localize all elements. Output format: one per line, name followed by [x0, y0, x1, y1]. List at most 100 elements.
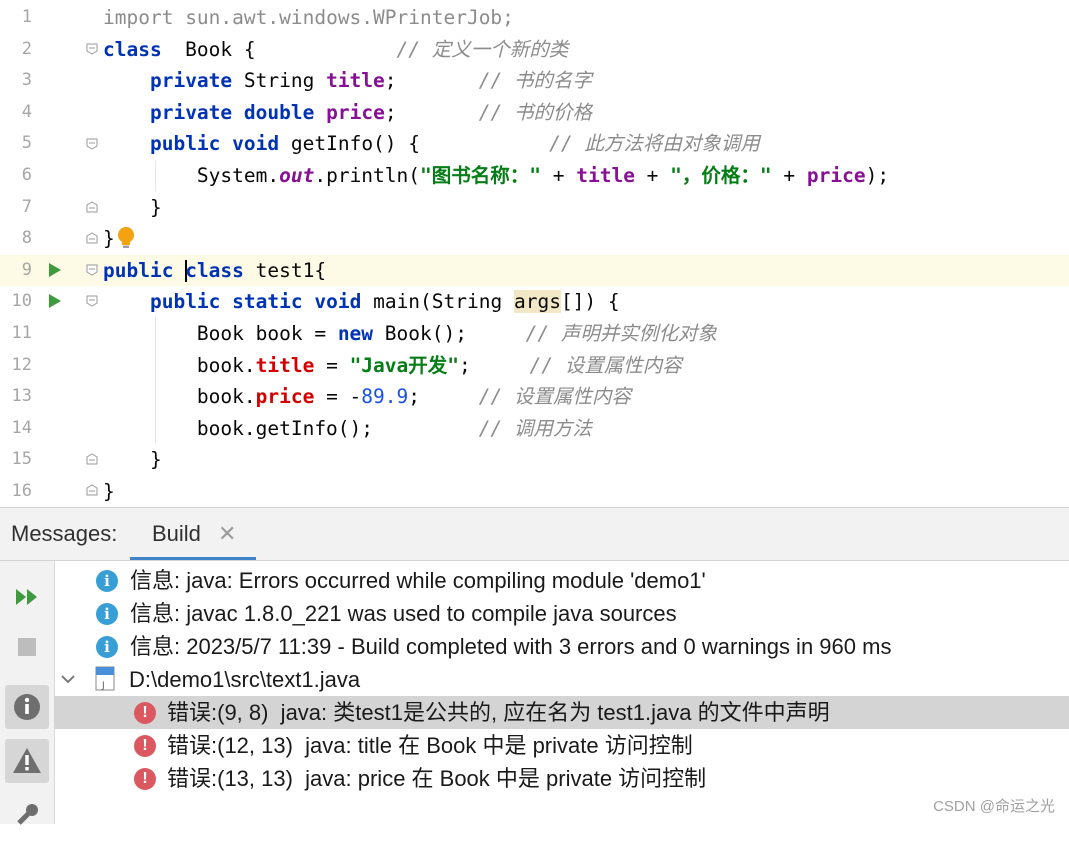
code-token: ; — [384, 69, 479, 93]
code-line[interactable]: 11 Book book = new Book(); // 声明并实例化对象 — [0, 318, 1069, 350]
code-text: } — [103, 476, 115, 508]
tab-label: Build — [152, 521, 201, 546]
code-token: void — [232, 132, 280, 156]
code-text: book.price = -89.9; // 设置属性内容 — [103, 381, 631, 413]
warning-icon — [13, 748, 41, 773]
fold-end-icon[interactable] — [86, 201, 98, 213]
code-token: []) { — [560, 290, 620, 314]
code-text: } — [103, 192, 162, 224]
line-number: 6 — [21, 165, 32, 185]
run-class-icon[interactable] — [49, 263, 61, 277]
code-line[interactable]: 1 import sun.awt.windows.WPrinterJob; — [0, 2, 1069, 34]
code-text: public void getInfo() { // 此方法将由对象调用 — [103, 128, 760, 160]
line-number: 7 — [21, 196, 32, 217]
fold-toggle-icon[interactable] — [86, 295, 98, 307]
stop-button[interactable] — [5, 625, 49, 669]
code-line[interactable]: 2 class Book { // 定义一个新的类 — [0, 34, 1069, 66]
code-line[interactable]: 13 book.price = -89.9; // 设置属性内容 — [0, 381, 1069, 413]
code-token: // 设置属性内容 — [529, 353, 682, 377]
code-line[interactable]: 5 public void getInfo() { // 此方法将由对象调用 — [0, 128, 1069, 160]
fold-toggle-icon[interactable] — [86, 43, 98, 55]
code-line[interactable]: 6 System.out.println("图书名称：" + title + "… — [0, 160, 1069, 192]
message-row[interactable]: ! 错误:(12, 13) java: title 在 Book 中是 priva… — [54, 729, 1069, 762]
message-row[interactable]: ! 错误:(9, 8) java: 类test1是公共的, 应在名为 test1.… — [54, 696, 1069, 729]
message-row[interactable]: i 信息: 2023/5/7 11:39 - Build completed wi… — [54, 630, 1069, 663]
info-icon: i — [96, 603, 118, 625]
code-token: private — [149, 69, 233, 93]
code-token: 89.9 — [361, 385, 409, 409]
code-token: price — [255, 385, 315, 409]
code-token: ); — [865, 164, 890, 187]
code-token: book. — [103, 353, 256, 377]
message-row[interactable]: i 信息: java: Errors occurred while compili… — [54, 564, 1069, 597]
line-number: 1 — [21, 7, 32, 27]
error-icon: ! — [134, 768, 156, 790]
code-line[interactable]: 4 private double price; // 书的价格 — [0, 97, 1069, 129]
run-main-icon[interactable] — [49, 294, 61, 308]
code-token: Book(); — [373, 322, 526, 345]
file-node[interactable]: J D:\demo1\src\text1.java — [54, 663, 1069, 696]
code-line[interactable]: 3 private String title; // 书的名字 — [0, 65, 1069, 97]
close-icon[interactable]: ✕ — [218, 508, 236, 560]
show-warnings-button[interactable] — [5, 739, 49, 783]
code-token: public — [149, 132, 221, 156]
code-token: book. — [103, 385, 256, 409]
code-text: class Book { // 定义一个新的类 — [103, 34, 568, 66]
line-number: 2 — [21, 38, 32, 59]
code-token: sun.awt.windows.WPrinterJob; — [173, 6, 514, 29]
code-text: private double price; // 书的价格 — [103, 97, 592, 129]
code-token: // 定义一个新的类 — [396, 37, 569, 61]
code-line[interactable]: 15 } — [0, 444, 1069, 476]
fold-end-icon[interactable] — [86, 232, 98, 244]
fold-toggle-icon[interactable] — [86, 138, 98, 150]
code-token: title — [255, 353, 315, 377]
rerun-button[interactable] — [5, 575, 49, 619]
fold-end-icon[interactable] — [86, 453, 98, 465]
code-token: public — [103, 258, 174, 282]
line-number: 13 — [11, 386, 32, 407]
code-token: } — [103, 227, 115, 251]
code-line[interactable]: 12 book.title = "Java开发"; // 设置属性内容 — [0, 350, 1069, 382]
show-info-button[interactable] — [5, 685, 49, 729]
lightbulb-icon[interactable] — [117, 226, 135, 250]
code-token: void — [314, 290, 362, 314]
tab-build[interactable]: Build ✕ — [130, 508, 256, 560]
code-token: } — [103, 195, 162, 219]
code-token: price — [806, 164, 866, 187]
code-token: // 调用方法 — [478, 416, 592, 440]
code-editor[interactable]: 1 import sun.awt.windows.WPrinterJob; 2 cla… — [0, 0, 1069, 507]
rerun-icon — [16, 589, 37, 605]
code-token: // 设置属性内容 — [478, 385, 631, 409]
code-token: + — [541, 164, 577, 187]
code-token: = - — [314, 385, 362, 409]
line-number: 4 — [21, 101, 32, 122]
message-row[interactable]: ! 错误:(13, 13) java: price 在 Book 中是 priva… — [54, 762, 1069, 795]
code-line[interactable]: 7 } — [0, 192, 1069, 224]
code-text: } — [103, 223, 115, 255]
code-token: import — [103, 6, 174, 29]
code-text: System.out.println("图书名称：" + title + "，价… — [103, 160, 889, 192]
message-row[interactable]: i 信息: javac 1.8.0_221 was used to compile… — [54, 597, 1069, 630]
settings-button[interactable] — [5, 793, 49, 837]
line-number: 11 — [11, 323, 32, 343]
line-number: 5 — [21, 133, 32, 154]
code-text: public static void main(String args[]) { — [103, 286, 620, 318]
fold-toggle-icon[interactable] — [86, 264, 98, 276]
code-token: book.getInfo(); — [103, 416, 479, 440]
code-token: class — [103, 37, 162, 61]
fold-end-icon[interactable] — [86, 484, 98, 496]
line-number: 12 — [11, 354, 32, 375]
chevron-down-icon[interactable] — [60, 671, 76, 687]
code-line[interactable]: 10 public static void main(String args[]… — [0, 286, 1069, 318]
code-token: "图书名称：" — [420, 164, 541, 187]
code-line[interactable]: 9 public class test1{ — [0, 254, 1069, 287]
code-text: } — [103, 444, 162, 476]
code-token: // 书的名字 — [478, 69, 592, 93]
code-line[interactable]: 14 book.getInfo(); // 调用方法 — [0, 413, 1069, 445]
code-line[interactable]: 8} — [0, 223, 1069, 255]
code-token: Book { — [161, 37, 397, 61]
code-token: + — [771, 164, 807, 187]
code-line[interactable]: 16} — [0, 476, 1069, 508]
